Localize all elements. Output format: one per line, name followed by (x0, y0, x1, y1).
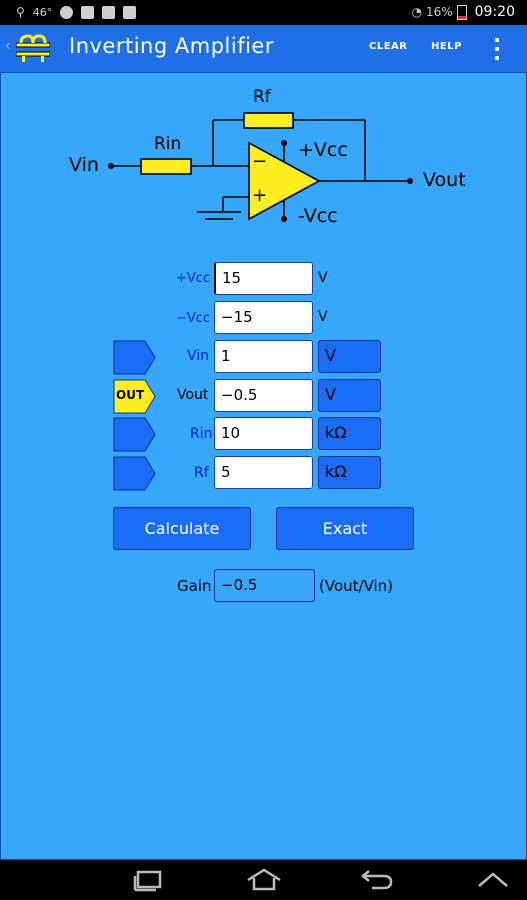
calculate-button[interactable]: Calculate (113, 507, 251, 550)
rin-resistor (140, 158, 192, 175)
vcc-pos-input[interactable]: 15 (214, 262, 313, 295)
rf-unit-button[interactable]: kΩ (318, 456, 381, 489)
clear-button[interactable]: CLEAR (369, 41, 407, 52)
app-logo-icon[interactable] (16, 34, 50, 64)
rin-label: Rin (190, 426, 213, 442)
schematic-vin-label: Vin (69, 154, 99, 176)
rin-unit-button[interactable]: kΩ (318, 417, 381, 450)
schematic-vcc-neg-label: -Vcc (298, 205, 338, 227)
rf-solve-tag[interactable] (113, 456, 157, 491)
schematic-vcc-pos-label: +Vcc (298, 139, 348, 161)
clock: 09:20 (474, 4, 515, 20)
vcc-neg-input[interactable]: −15 (214, 301, 313, 334)
system-nav-bar (0, 860, 527, 900)
rf-resistor (243, 112, 294, 129)
vcc-pos-unit: V (318, 270, 328, 286)
usb-icon: ⚲ (16, 5, 25, 19)
back-chevron-icon[interactable]: ‹ (5, 38, 11, 54)
back-icon[interactable] (358, 868, 394, 892)
schematic-minus-sign: − (252, 151, 268, 172)
schematic-rf-label: Rf (253, 87, 271, 107)
battery-percent: 16% (425, 5, 453, 19)
vin-unit-button[interactable]: V (318, 340, 381, 373)
notification-icon (60, 5, 74, 19)
vout-input[interactable]: −0.5 (214, 379, 313, 412)
vout-tag-text: OUT (116, 388, 145, 402)
overflow-menu-icon[interactable] (494, 38, 500, 60)
rin-solve-tag[interactable] (113, 417, 157, 452)
page-title: Inverting Amplifier (69, 34, 274, 58)
home-icon[interactable] (244, 868, 284, 892)
mail-icon (123, 5, 137, 19)
gain-unit: (Vout/Vin) (319, 577, 394, 595)
vout-unit-button[interactable]: V (318, 379, 381, 412)
rf-input[interactable]: 5 (214, 456, 313, 489)
notification-icons: ⚲ 46° (16, 5, 137, 19)
recent-apps-icon[interactable] (130, 868, 166, 892)
wifi-icon: ◔ (411, 5, 422, 19)
vin-label: Vin (187, 348, 210, 364)
gain-label: Gain (177, 577, 212, 595)
help-button[interactable]: HELP (431, 41, 462, 52)
battery-icon (456, 4, 467, 20)
rin-input[interactable]: 10 (214, 417, 313, 450)
download-icon (102, 5, 116, 19)
keyboard-hide-icon[interactable] (475, 868, 511, 892)
exact-button[interactable]: Exact (276, 507, 414, 550)
vcc-neg-unit: V (318, 309, 328, 325)
vcc-pos-label: +Vcc (176, 271, 211, 286)
status-bar: ⚲ 46° ◔ 16% 09:20 (0, 0, 527, 25)
temperature-text: 46° (32, 5, 53, 19)
rf-label: Rf (194, 465, 209, 481)
schematic-rin-label: Rin (154, 134, 182, 154)
schematic-plus-sign: + (252, 185, 268, 206)
vin-input[interactable]: 1 (214, 340, 313, 373)
schematic-vout-label: Vout (423, 169, 466, 191)
vin-solve-tag[interactable] (113, 340, 157, 375)
calculator-panel: − + Vin Rin Rf +Vcc -Vcc Vout +Vcc 15 V … (0, 72, 527, 860)
gain-output: −0.5 (214, 569, 315, 602)
action-bar: ‹ Inverting Amplifier CLEAR HELP (0, 25, 527, 72)
vcc-neg-label: −Vcc (176, 311, 211, 326)
check-icon (81, 5, 95, 19)
vout-label: Vout (177, 387, 209, 403)
